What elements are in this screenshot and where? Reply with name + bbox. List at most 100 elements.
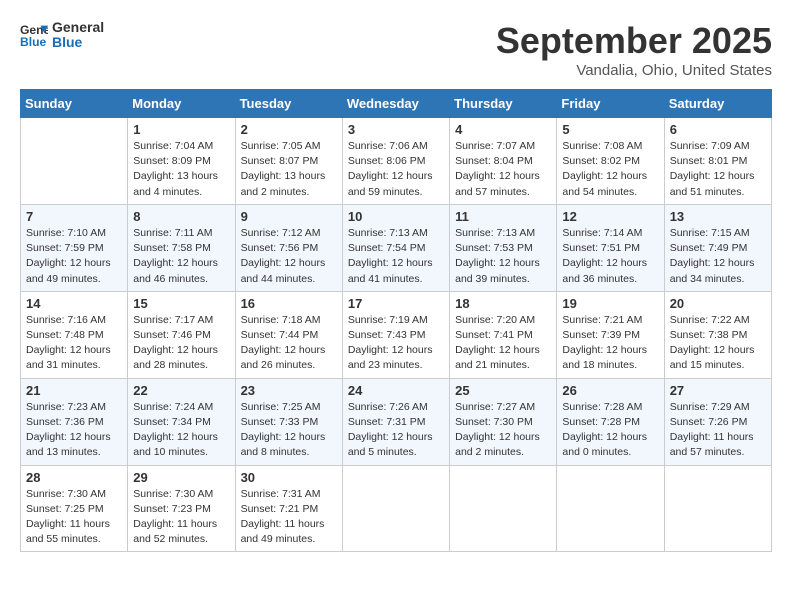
title-block: September 2025 Vandalia, Ohio, United St… (496, 20, 772, 79)
day-number: 26 (562, 383, 658, 398)
calendar-cell: 18Sunrise: 7:20 AMSunset: 7:41 PMDayligh… (450, 291, 557, 378)
day-info: Sunrise: 7:10 AMSunset: 7:59 PMDaylight:… (26, 226, 122, 287)
weekday-header: Sunday (21, 90, 128, 118)
calendar-cell: 26 Sunrise: 7:28 AMSunset: 7:28 PMDayligh… (557, 378, 664, 465)
day-number: 9 (241, 209, 337, 224)
calendar-cell: 5 Sunrise: 7:08 AMSunset: 8:02 PMDaylight… (557, 118, 664, 205)
calendar-cell: 12 Sunrise: 7:14 AMSunset: 7:51 PMDayligh… (557, 204, 664, 291)
day-info: Sunrise: 7:25 AMSunset: 7:33 PMDaylight:… (241, 400, 337, 461)
month-title: September 2025 (496, 20, 772, 62)
calendar-body: 1 Sunrise: 7:04 AMSunset: 8:09 PMDaylight… (21, 118, 772, 552)
day-info: Sunrise: 7:24 AMSunset: 7:34 PMDaylight:… (133, 400, 229, 461)
calendar-cell (342, 465, 449, 552)
day-number: 19 (562, 296, 658, 311)
day-info: Sunrise: 7:11 AMSunset: 7:58 PMDaylight:… (133, 226, 229, 287)
day-number: 12 (562, 209, 658, 224)
day-number: 18 (455, 296, 551, 311)
day-info: Sunrise: 7:27 AMSunset: 7:30 PMDaylight:… (455, 400, 551, 461)
calendar-cell: 27Sunrise: 7:29 AMSunset: 7:26 PMDayligh… (664, 378, 771, 465)
day-info: Sunrise: 7:09 AMSunset: 8:01 PMDaylight:… (670, 139, 766, 200)
calendar-cell: 14 Sunrise: 7:16 AMSunset: 7:48 PMDayligh… (21, 291, 128, 378)
day-number: 2 (241, 122, 337, 137)
calendar-cell: 30 Sunrise: 7:31 AMSunset: 7:21 PMDayligh… (235, 465, 342, 552)
calendar-cell: 24 Sunrise: 7:26 AMSunset: 7:31 PMDayligh… (342, 378, 449, 465)
day-number: 25 (455, 383, 551, 398)
calendar-cell (664, 465, 771, 552)
calendar-cell: 19 Sunrise: 7:21 AMSunset: 7:39 PMDayligh… (557, 291, 664, 378)
day-info: Sunrise: 7:17 AMSunset: 7:46 PMDaylight:… (133, 313, 229, 374)
day-number: 20 (670, 296, 766, 311)
day-info: Sunrise: 7:22 AMSunset: 7:38 PMDaylight:… (670, 313, 766, 374)
weekday-header: Monday (128, 90, 235, 118)
day-info: Sunrise: 7:18 AMSunset: 7:44 PMDaylight:… (241, 313, 337, 374)
day-info: Sunrise: 7:26 AMSunset: 7:31 PMDaylight:… (348, 400, 444, 461)
calendar-cell: 20 Sunrise: 7:22 AMSunset: 7:38 PMDayligh… (664, 291, 771, 378)
day-number: 11 (455, 209, 551, 224)
day-info: Sunrise: 7:05 AMSunset: 8:07 PMDaylight:… (241, 139, 337, 200)
day-info: Sunrise: 7:14 AMSunset: 7:51 PMDaylight:… (562, 226, 658, 287)
calendar-week-row: 1 Sunrise: 7:04 AMSunset: 8:09 PMDaylight… (21, 118, 772, 205)
day-info: Sunrise: 7:23 AMSunset: 7:36 PMDaylight:… (26, 400, 122, 461)
day-number: 5 (562, 122, 658, 137)
day-info: Sunrise: 7:04 AMSunset: 8:09 PMDaylight:… (133, 139, 229, 200)
calendar-cell (557, 465, 664, 552)
day-info: Sunrise: 7:12 AMSunset: 7:56 PMDaylight:… (241, 226, 337, 287)
logo-blue: Blue (52, 35, 104, 50)
logo-icon: General Blue (20, 21, 48, 49)
calendar-cell: 22 Sunrise: 7:24 AMSunset: 7:34 PMDayligh… (128, 378, 235, 465)
day-info: Sunrise: 7:30 AMSunset: 7:25 PMDaylight:… (26, 487, 122, 548)
day-info: Sunrise: 7:07 AMSunset: 8:04 PMDaylight:… (455, 139, 551, 200)
day-number: 17 (348, 296, 444, 311)
day-info: Sunrise: 7:19 AMSunset: 7:43 PMDaylight:… (348, 313, 444, 374)
day-info: Sunrise: 7:16 AMSunset: 7:48 PMDaylight:… (26, 313, 122, 374)
day-number: 27 (670, 383, 766, 398)
calendar-cell (450, 465, 557, 552)
calendar-cell: 16Sunrise: 7:18 AMSunset: 7:44 PMDayligh… (235, 291, 342, 378)
weekday-header: Friday (557, 90, 664, 118)
weekday-header: Thursday (450, 90, 557, 118)
day-number: 24 (348, 383, 444, 398)
calendar-week-row: 21Sunrise: 7:23 AMSunset: 7:36 PMDayligh… (21, 378, 772, 465)
day-info: Sunrise: 7:21 AMSunset: 7:39 PMDaylight:… (562, 313, 658, 374)
day-number: 23 (241, 383, 337, 398)
calendar-week-row: 14 Sunrise: 7:16 AMSunset: 7:48 PMDayligh… (21, 291, 772, 378)
day-number: 15 (133, 296, 229, 311)
day-info: Sunrise: 7:30 AMSunset: 7:23 PMDaylight:… (133, 487, 229, 548)
weekday-header: Saturday (664, 90, 771, 118)
calendar-cell: 17 Sunrise: 7:19 AMSunset: 7:43 PMDayligh… (342, 291, 449, 378)
calendar-cell: 15 Sunrise: 7:17 AMSunset: 7:46 PMDayligh… (128, 291, 235, 378)
logo-general: General (52, 20, 104, 35)
calendar-cell: 6Sunrise: 7:09 AMSunset: 8:01 PMDaylight… (664, 118, 771, 205)
calendar-cell: 21Sunrise: 7:23 AMSunset: 7:36 PMDayligh… (21, 378, 128, 465)
calendar-header: SundayMondayTuesdayWednesdayThursdayFrid… (21, 90, 772, 118)
calendar-cell: 7Sunrise: 7:10 AMSunset: 7:59 PMDaylight… (21, 204, 128, 291)
svg-text:Blue: Blue (20, 36, 47, 50)
calendar-cell (21, 118, 128, 205)
day-info: Sunrise: 7:13 AMSunset: 7:53 PMDaylight:… (455, 226, 551, 287)
logo: General Blue General Blue (20, 20, 104, 51)
day-info: Sunrise: 7:28 AMSunset: 7:28 PMDaylight:… (562, 400, 658, 461)
day-number: 14 (26, 296, 122, 311)
calendar-cell: 23 Sunrise: 7:25 AMSunset: 7:33 PMDayligh… (235, 378, 342, 465)
day-info: Sunrise: 7:31 AMSunset: 7:21 PMDaylight:… (241, 487, 337, 548)
day-info: Sunrise: 7:08 AMSunset: 8:02 PMDaylight:… (562, 139, 658, 200)
day-number: 22 (133, 383, 229, 398)
day-number: 13 (670, 209, 766, 224)
calendar-cell: 8 Sunrise: 7:11 AMSunset: 7:58 PMDaylight… (128, 204, 235, 291)
day-number: 1 (133, 122, 229, 137)
calendar-cell: 4 Sunrise: 7:07 AMSunset: 8:04 PMDaylight… (450, 118, 557, 205)
weekday-header: Wednesday (342, 90, 449, 118)
calendar-cell: 11 Sunrise: 7:13 AMSunset: 7:53 PMDayligh… (450, 204, 557, 291)
day-number: 8 (133, 209, 229, 224)
day-number: 10 (348, 209, 444, 224)
day-number: 28 (26, 470, 122, 485)
weekday-header: Tuesday (235, 90, 342, 118)
calendar-table: SundayMondayTuesdayWednesdayThursdayFrid… (20, 89, 772, 552)
calendar-cell: 29Sunrise: 7:30 AMSunset: 7:23 PMDayligh… (128, 465, 235, 552)
calendar-cell: 2 Sunrise: 7:05 AMSunset: 8:07 PMDaylight… (235, 118, 342, 205)
calendar-cell: 13Sunrise: 7:15 AMSunset: 7:49 PMDayligh… (664, 204, 771, 291)
day-info: Sunrise: 7:13 AMSunset: 7:54 PMDaylight:… (348, 226, 444, 287)
day-number: 30 (241, 470, 337, 485)
day-number: 4 (455, 122, 551, 137)
day-number: 3 (348, 122, 444, 137)
